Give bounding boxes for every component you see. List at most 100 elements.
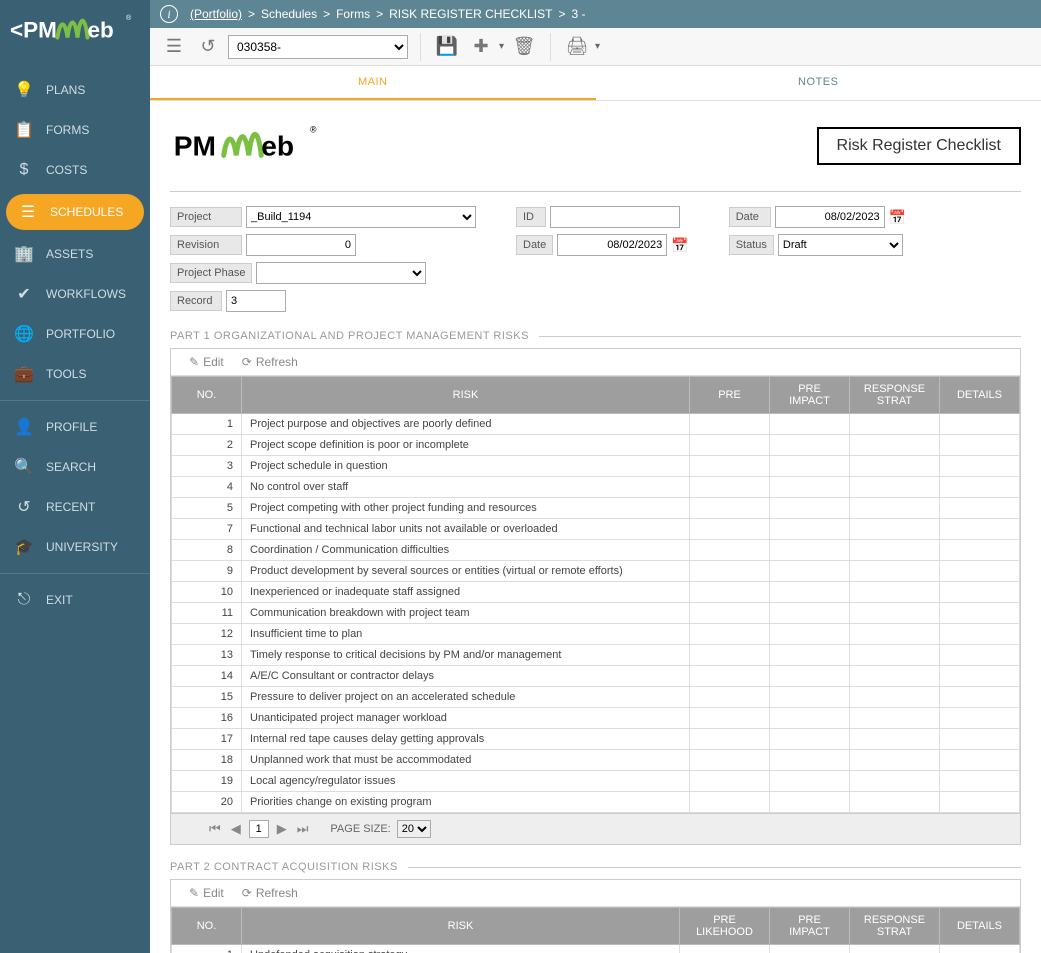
nav-search[interactable]: 🔍SEARCH	[0, 447, 150, 487]
table-row[interactable]: 1Project purpose and objectives are poor…	[172, 414, 1020, 435]
cell-no: 14	[172, 666, 242, 687]
print-dropdown-caret[interactable]: ▾	[595, 41, 600, 52]
cell-risk: Project schedule in question	[242, 456, 690, 477]
save-button[interactable]: 💾	[433, 33, 461, 61]
table-row[interactable]: 8Coordination / Communication difficulti…	[172, 540, 1020, 561]
col-details[interactable]: DETAILS	[940, 908, 1020, 945]
table-row[interactable]: 7Functional and technical labor units no…	[172, 519, 1020, 540]
status-label: Status	[729, 235, 774, 255]
col-strategy[interactable]: RESPONSE STRAT	[850, 377, 940, 414]
nav-schedules[interactable]: ☰SCHEDULES	[6, 194, 144, 230]
table-row[interactable]: 16Unanticipated project manager workload	[172, 708, 1020, 729]
col-no[interactable]: NO.	[172, 908, 242, 945]
part1-refresh-button[interactable]: ⟳Refresh	[242, 355, 298, 369]
id-input[interactable]	[550, 206, 680, 228]
clipboard-icon: 📋	[14, 120, 34, 140]
nav-portfolio[interactable]: 🌐PORTFOLIO	[0, 314, 150, 354]
list-view-button[interactable]: ☰	[160, 33, 188, 61]
table-row[interactable]: 2Project scope definition is poor or inc…	[172, 435, 1020, 456]
page-size-label: PAGE SIZE:	[330, 823, 390, 835]
pager-prev[interactable]: ◀	[229, 821, 243, 837]
page-input[interactable]	[249, 820, 269, 838]
table-row[interactable]: 11Communication breakdown with project t…	[172, 603, 1020, 624]
part1-edit-button[interactable]: ✎Edit	[189, 355, 224, 369]
nav-forms[interactable]: 📋FORMS	[0, 110, 150, 150]
record-input[interactable]	[226, 290, 286, 312]
table-row[interactable]: 14A/E/C Consultant or contractor delays	[172, 666, 1020, 687]
table-row[interactable]: 15Pressure to deliver project on an acce…	[172, 687, 1020, 708]
nav-exit[interactable]: ⎋EXIT	[0, 580, 150, 620]
cell-pre	[690, 624, 770, 645]
nav-label: EXIT	[46, 593, 73, 607]
table-row[interactable]: 10Inexperienced or inadequate staff assi…	[172, 582, 1020, 603]
nav-costs[interactable]: $COSTS	[0, 150, 150, 190]
col-risk[interactable]: RISK	[242, 908, 680, 945]
table-row[interactable]: 9Product development by several sources …	[172, 561, 1020, 582]
table-row[interactable]: 3Project schedule in question	[172, 456, 1020, 477]
col-risk[interactable]: RISK	[242, 377, 690, 414]
cell-strategy	[850, 624, 940, 645]
pager-first[interactable]: ⏮	[207, 821, 223, 837]
nav-recent[interactable]: ↺RECENT	[0, 487, 150, 527]
part1-pager: ⏮ ◀ ▶ ⏭ PAGE SIZE: 20	[171, 813, 1020, 844]
cell-strategy	[850, 603, 940, 624]
nav-workflows[interactable]: ✔WORKFLOWS	[0, 274, 150, 314]
page-size-select[interactable]: 20	[397, 820, 431, 838]
nav-label: COSTS	[46, 163, 87, 177]
cell-pre	[690, 498, 770, 519]
date-upper-input[interactable]	[775, 206, 885, 228]
nav-plans[interactable]: 💡PLANS	[0, 70, 150, 110]
phase-select[interactable]	[256, 262, 426, 284]
table-row[interactable]: 18Unplanned work that must be accommodat…	[172, 750, 1020, 771]
nav-profile[interactable]: 👤PROFILE	[0, 407, 150, 447]
table-row[interactable]: 12Insufficient time to plan	[172, 624, 1020, 645]
add-button[interactable]: ✚	[467, 33, 495, 61]
calendar-icon[interactable]: 📅	[671, 237, 688, 254]
col-strategy[interactable]: RESPONSE STRAT	[850, 908, 940, 945]
add-dropdown-caret[interactable]: ▾	[499, 41, 504, 52]
cell-pre-impact	[770, 624, 850, 645]
tab-main[interactable]: MAIN	[150, 66, 596, 100]
calendar-icon[interactable]: 📅	[889, 209, 906, 226]
date-lower-input[interactable]	[557, 234, 667, 256]
col-no[interactable]: NO.	[172, 377, 242, 414]
table-row[interactable]: 1Undefended acquisition strategy	[172, 945, 1020, 953]
revision-input[interactable]	[246, 234, 356, 256]
info-icon[interactable]: i	[160, 5, 178, 23]
pager-next[interactable]: ▶	[275, 821, 289, 837]
record-select[interactable]: 030358-	[228, 35, 408, 59]
cell-strategy	[850, 435, 940, 456]
toolbar: ☰ ↺ 030358- 💾 ✚ ▾ 🗑 🖨 ▾	[150, 28, 1041, 66]
table-row[interactable]: 19Local agency/regulator issues	[172, 771, 1020, 792]
table-row[interactable]: 4No control over staff	[172, 477, 1020, 498]
breadcrumb-portfolio[interactable]: (Portfolio)	[190, 7, 242, 21]
cell-strategy	[850, 498, 940, 519]
undo-button[interactable]: ↺	[194, 33, 222, 61]
pager-last[interactable]: ⏭	[295, 821, 311, 837]
table-row[interactable]: 5Project competing with other project fu…	[172, 498, 1020, 519]
app-logo: <PM eb ®	[0, 0, 150, 60]
part2-edit-button[interactable]: ✎Edit	[189, 886, 224, 900]
cell-risk: Functional and technical labor units not…	[242, 519, 690, 540]
nav-tools[interactable]: 💼TOOLS	[0, 354, 150, 394]
table-row[interactable]: 20Priorities change on existing program	[172, 792, 1020, 813]
nav-university[interactable]: 🎓UNIVERSITY	[0, 527, 150, 567]
part2-refresh-button[interactable]: ⟳Refresh	[242, 886, 298, 900]
col-pre-impact[interactable]: PRE IMPACT	[770, 908, 850, 945]
col-details[interactable]: DETAILS	[940, 377, 1020, 414]
col-pre-like[interactable]: PRE LIKEHOOD	[680, 908, 770, 945]
cell-pre-impact	[770, 708, 850, 729]
table-row[interactable]: 17Internal red tape causes delay getting…	[172, 729, 1020, 750]
cell-no: 9	[172, 561, 242, 582]
col-pre[interactable]: PRE	[690, 377, 770, 414]
cell-strategy	[850, 750, 940, 771]
delete-button[interactable]: 🗑	[510, 33, 538, 61]
cell-details	[940, 945, 1020, 953]
status-select[interactable]: Draft	[778, 234, 903, 256]
col-pre-impact[interactable]: PRE IMPACT	[770, 377, 850, 414]
print-button[interactable]: 🖨	[563, 33, 591, 61]
nav-assets[interactable]: 🏢ASSETS	[0, 234, 150, 274]
table-row[interactable]: 13Timely response to critical decisions …	[172, 645, 1020, 666]
project-select[interactable]: _Build_1194	[246, 206, 476, 228]
tab-notes[interactable]: NOTES	[596, 66, 1041, 100]
